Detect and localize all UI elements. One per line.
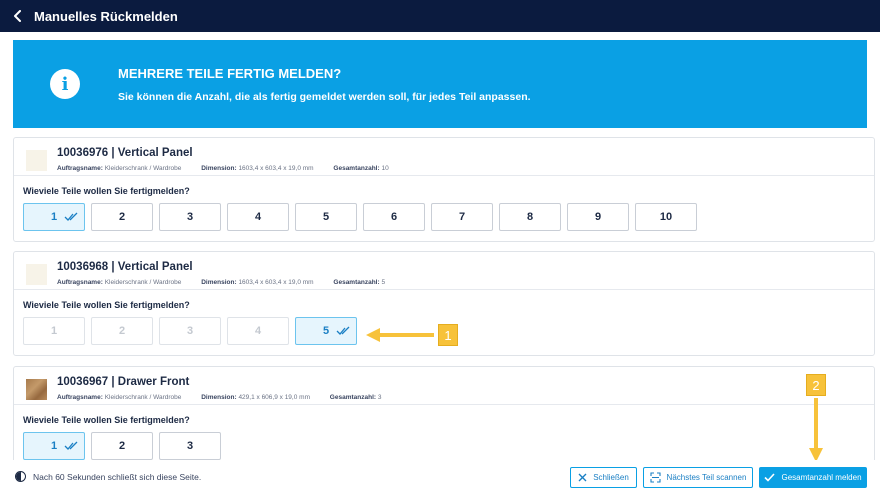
footer-bar: Nach 60 Sekunden schließt sich diese Sei… — [0, 460, 880, 496]
quantity-options: 1 2 3 — [23, 432, 227, 460]
info-icon: i — [50, 69, 80, 99]
quantity-option-4[interactable]: 4 — [227, 317, 289, 345]
quantity-options: 1 2 3 4 5 6 7 8 9 10 — [23, 203, 703, 231]
quantity-option-7[interactable]: 7 — [431, 203, 493, 231]
part-meta: Auftragsname: Kleiderschrank / Wardrobe … — [57, 165, 389, 172]
top-bar: Manuelles Rückmelden — [0, 0, 880, 32]
timer-icon — [15, 471, 26, 482]
double-check-icon — [336, 326, 350, 335]
quantity-option-2[interactable]: 2 — [91, 432, 153, 460]
double-check-icon — [64, 212, 78, 221]
quantity-option-10[interactable]: 10 — [635, 203, 697, 231]
scan-icon — [649, 472, 661, 483]
quantity-option-2[interactable]: 2 — [91, 203, 153, 231]
auto-close-notice: Nach 60 Sekunden schließt sich diese Sei… — [33, 472, 202, 482]
close-icon — [578, 473, 587, 482]
quantity-option-5[interactable]: 5 — [295, 203, 357, 231]
part-thumbnail — [26, 379, 47, 400]
back-button[interactable] — [4, 0, 32, 32]
chevron-left-icon — [14, 10, 21, 22]
annotation-callout-1: 1 — [438, 324, 458, 346]
quantity-option-8[interactable]: 8 — [499, 203, 561, 231]
part-title: 10036967 | Drawer Front — [57, 376, 190, 388]
quantity-question: Wieviele Teile wollen Sie fertigmelden? — [23, 300, 190, 310]
banner-title: MEHRERE TEILE FERTIG MELDEN? — [118, 65, 342, 81]
close-button[interactable]: Schließen — [570, 467, 637, 488]
annotation-callout-2: 2 — [806, 374, 826, 396]
part-title: 10036968 | Vertical Panel — [57, 261, 193, 273]
part-meta: Auftragsname: Kleiderschrank / Wardrobe … — [57, 394, 382, 401]
part-thumbnail — [26, 150, 47, 171]
quantity-options: 1 2 3 4 5 — [23, 317, 363, 345]
quantity-question: Wieviele Teile wollen Sie fertigmelden? — [23, 415, 190, 425]
quantity-option-1[interactable]: 1 — [23, 432, 85, 460]
quantity-option-4[interactable]: 4 — [227, 203, 289, 231]
part-thumbnail — [26, 264, 47, 285]
info-banner: i MEHRERE TEILE FERTIG MELDEN? Sie könne… — [13, 40, 867, 128]
quantity-question: Wieviele Teile wollen Sie fertigmelden? — [23, 186, 190, 196]
quantity-option-3[interactable]: 3 — [159, 317, 221, 345]
quantity-option-1[interactable]: 1 — [23, 203, 85, 231]
part-card: 10036976 | Vertical Panel Auftragsname: … — [13, 137, 875, 242]
quantity-option-9[interactable]: 9 — [567, 203, 629, 231]
quantity-option-3[interactable]: 3 — [159, 432, 221, 460]
check-icon — [764, 473, 776, 482]
banner-subtitle: Sie können die Anzahl, die als fertig ge… — [118, 90, 531, 103]
quantity-option-2[interactable]: 2 — [91, 317, 153, 345]
quantity-option-1[interactable]: 1 — [23, 317, 85, 345]
page-title: Manuelles Rückmelden — [34, 8, 178, 24]
double-check-icon — [64, 441, 78, 450]
report-total-button[interactable]: Gesamtanzahl melden — [759, 467, 867, 488]
scan-next-part-button[interactable]: Nächstes Teil scannen — [643, 467, 753, 488]
quantity-option-5[interactable]: 5 — [295, 317, 357, 345]
annotation-arrow-left-icon — [366, 328, 434, 342]
part-title: 10036976 | Vertical Panel — [57, 147, 193, 159]
part-meta: Auftragsname: Kleiderschrank / Wardrobe … — [57, 279, 386, 286]
annotation-arrow-down-icon — [809, 398, 823, 462]
quantity-option-6[interactable]: 6 — [363, 203, 425, 231]
quantity-option-3[interactable]: 3 — [159, 203, 221, 231]
